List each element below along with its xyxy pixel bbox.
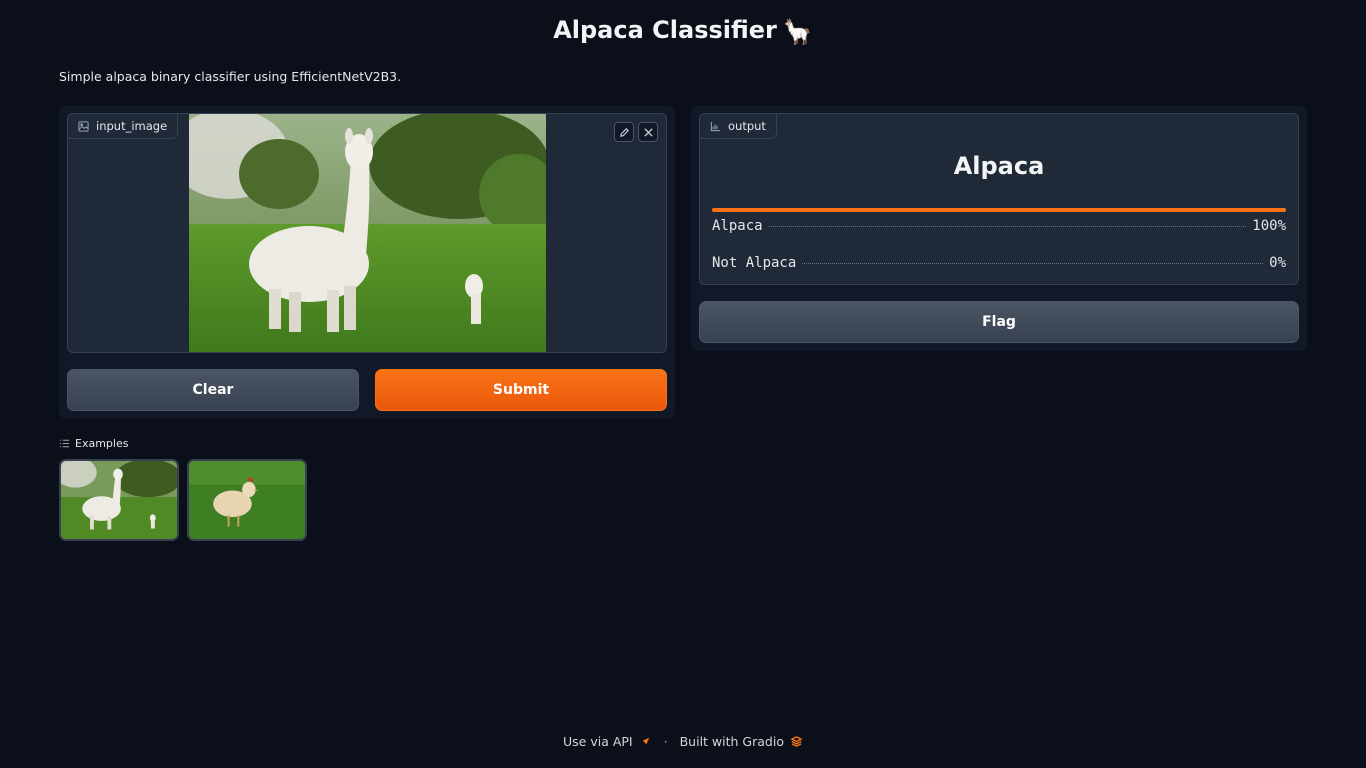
page-title: Alpaca Classifier 🦙 (0, 16, 1366, 46)
close-icon (643, 127, 653, 137)
dotted-leader (802, 263, 1264, 264)
input-image-preview (189, 114, 546, 352)
footer-separator: · (663, 734, 668, 749)
confidence-value: 100% (1252, 218, 1286, 234)
remove-image-button[interactable] (638, 122, 658, 142)
list-icon (59, 439, 70, 448)
gradio-logo-icon (790, 736, 803, 747)
rocket-icon (641, 737, 649, 746)
use-via-api-link[interactable]: Use via API (563, 734, 633, 749)
built-with-gradio-link[interactable]: Built with Gradio (680, 734, 784, 749)
example-thumbnail-chicken[interactable] (187, 459, 307, 541)
pencil-icon (619, 127, 629, 137)
clear-button[interactable]: Clear (67, 369, 359, 411)
label-output-block: output Alpaca Alpaca 100% Not Alpaca 0% (699, 113, 1299, 285)
output-label-tag: output (700, 114, 777, 139)
title-text: Alpaca Classifier (553, 16, 777, 44)
confidence-row-not-alpaca: Not Alpaca 0% (712, 255, 1286, 271)
examples-header: Examples (59, 437, 128, 450)
confidence-bar-fill (712, 208, 1286, 212)
submit-button[interactable]: Submit (375, 369, 667, 411)
flag-button[interactable]: Flag (699, 301, 1299, 343)
confidence-value: 0% (1269, 255, 1286, 271)
confidence-bar-alpaca (712, 208, 1286, 212)
llama-emoji: 🦙 (782, 18, 813, 46)
output-label: output (728, 119, 766, 133)
image-input-block[interactable]: input_image (67, 113, 667, 353)
edit-image-button[interactable] (614, 122, 634, 142)
examples-label: Examples (75, 437, 129, 450)
bar-chart-icon (710, 121, 721, 131)
output-panel: output Alpaca Alpaca 100% Not Alpaca 0% … (691, 106, 1307, 351)
confidence-label: Alpaca (712, 218, 763, 234)
example-thumbnail-alpaca[interactable] (59, 459, 179, 541)
footer: Use via API · Built with Gradio (0, 734, 1366, 749)
input-panel: input_image Clear Submit (59, 106, 675, 418)
confidence-label: Not Alpaca (712, 255, 797, 271)
dotted-leader (768, 226, 1247, 227)
confidence-row-alpaca: Alpaca 100% (712, 218, 1286, 234)
input-image-label-tag: input_image (68, 114, 179, 139)
input-image-label: input_image (96, 119, 168, 133)
page-description: Simple alpaca binary classifier using Ef… (59, 69, 402, 84)
image-icon (78, 120, 89, 132)
predicted-label: Alpaca (953, 152, 1045, 180)
